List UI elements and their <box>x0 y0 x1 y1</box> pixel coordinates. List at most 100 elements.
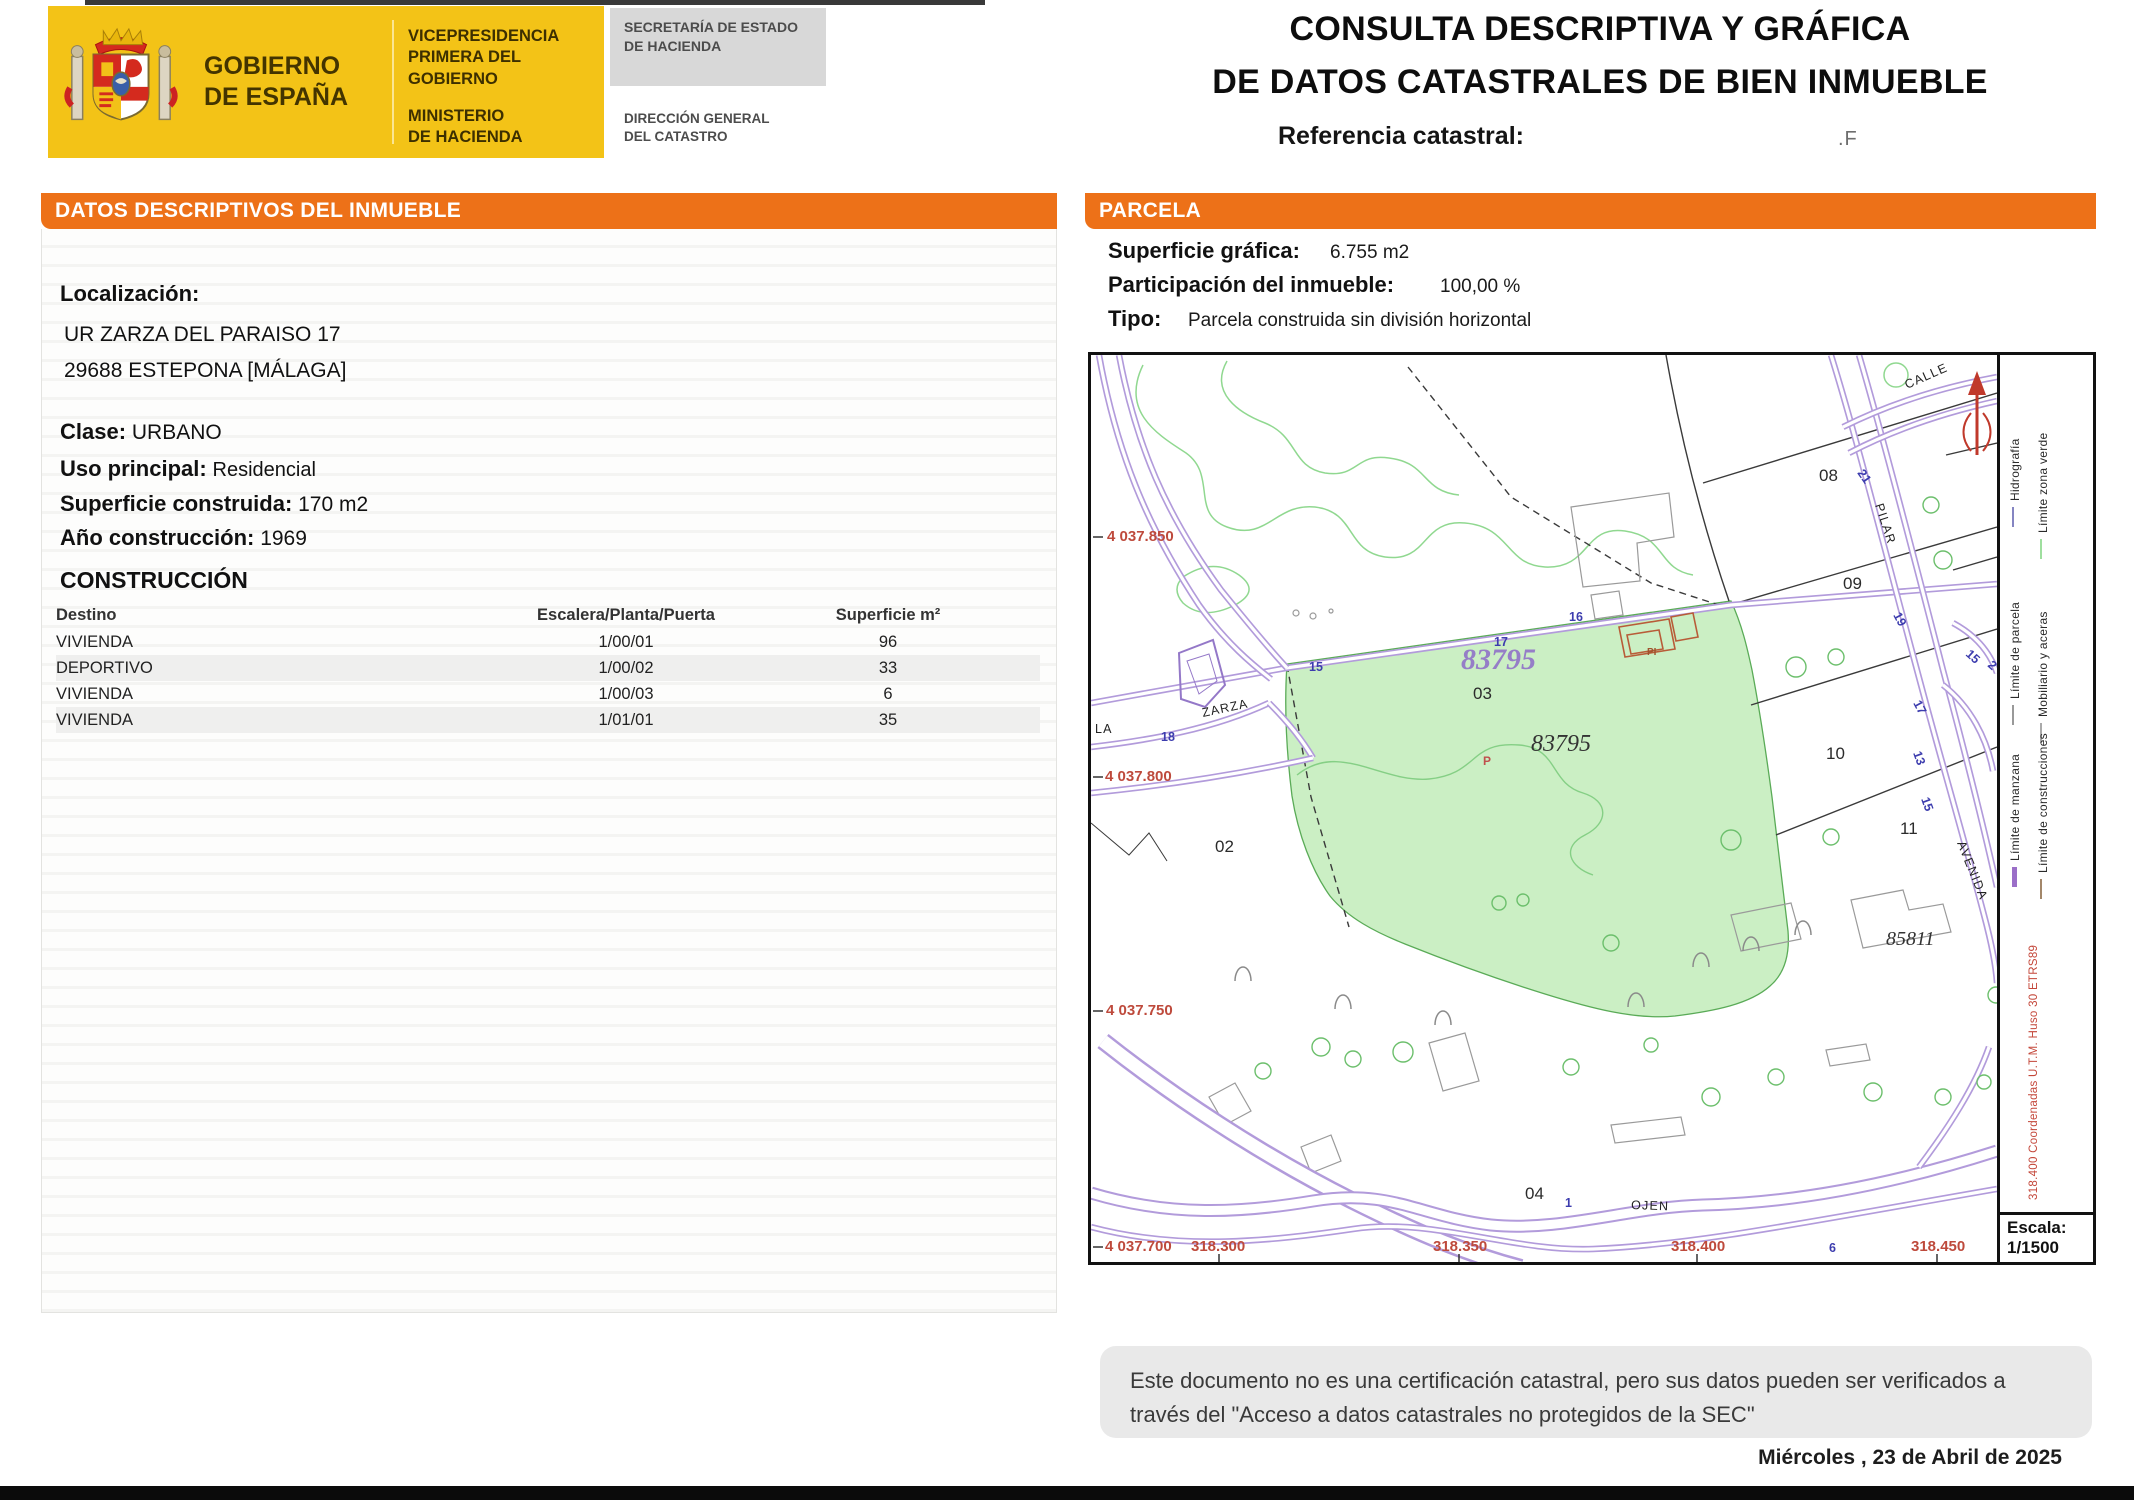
gobierno-logo-block: GOBIERNO DE ESPAÑA VICEPRESIDENCIA PRIME… <box>48 6 604 158</box>
table-cell: Escalera/Planta/Puerta <box>476 606 776 625</box>
map-label: 18 <box>1161 730 1175 744</box>
spain-coat-of-arms-icon <box>62 18 180 146</box>
table-cell: 6 <box>776 685 1040 704</box>
document-date: Miércoles , 23 de Abril de 2025 <box>1438 1446 2062 1470</box>
map-label: 318.350 <box>1433 1238 1487 1255</box>
direccion-general-label: DIRECCIÓN GENERAL DEL CATASTRO <box>624 110 834 146</box>
clase-label: Clase: <box>60 419 126 444</box>
superficie-grafica-label: Superficie gráfica: <box>1108 238 1300 264</box>
map-label: 17 <box>1494 635 1508 649</box>
participacion-value: 100,00 % <box>1440 276 1520 298</box>
localizacion-line1: UR ZARZA DEL PARAISO 17 <box>64 323 341 347</box>
table-cell: VIVIENDA <box>56 711 476 730</box>
scan-edge-bottom <box>0 1486 2134 1500</box>
map-label: 85811 <box>1886 928 1935 950</box>
escala-label: Escala: <box>2007 1218 2086 1238</box>
disclaimer-box: Este documento no es una certificación c… <box>1100 1346 2092 1438</box>
table-cell: 1/01/01 <box>476 711 776 730</box>
tipo-value: Parcela construida sin división horizont… <box>1188 310 1531 332</box>
map-label: 318.300 <box>1191 1238 1245 1255</box>
table-cell: 1/00/02 <box>476 659 776 678</box>
clase-field: Clase: URBANO <box>60 419 222 445</box>
map-label: 4 037.850 <box>1107 528 1174 545</box>
escala-box: Escala: 1/1500 <box>2000 1212 2093 1262</box>
gobierno-wordmark: GOBIERNO DE ESPAÑA <box>204 51 354 114</box>
legend-entry: Límite de construcciones <box>2036 711 2050 873</box>
map-label: 318.400 <box>1671 1238 1725 1255</box>
utm-coordinates-note: 318.400 Coordenadas U.T.M. Huso 30 ETRS8… <box>2028 900 2040 1200</box>
map-label: 03 <box>1473 684 1492 703</box>
tipo-label: Tipo: <box>1108 306 1161 332</box>
datos-panel-header: DATOS DESCRIPTIVOS DEL INMUEBLE <box>41 193 1057 229</box>
localizacion-line2: 29688 ESTEPONA [MÁLAGA] <box>64 359 346 383</box>
map-label: 16 <box>1569 610 1583 624</box>
datos-panel-body: Localización: UR ZARZA DEL PARAISO 17 29… <box>41 229 1057 1313</box>
legend-entry: Límite de parcela <box>2008 553 2022 699</box>
table-header-row: DestinoEscalera/Planta/PuertaSuperficie … <box>56 601 1040 629</box>
cadastral-document-page: GOBIERNO DE ESPAÑA VICEPRESIDENCIA PRIME… <box>0 0 2134 1500</box>
table-cell: Superficie m² <box>776 606 1040 625</box>
map-label: 02 <box>1215 837 1234 856</box>
legend-entry: Límite zona verde <box>2036 371 2050 533</box>
map-label: OJEN <box>1631 1198 1670 1213</box>
cadastral-map-panel: 4 037.8504 037.8004 037.7504 037.700318.… <box>1088 352 2096 1265</box>
referencia-catastral-label: Referencia catastral: <box>1278 122 1524 151</box>
legend-line-sample <box>2012 507 2014 527</box>
superficie-construida-value: 170 m2 <box>298 493 368 516</box>
map-label: 11 <box>1900 819 1918 838</box>
parcela-panel-header: PARCELA <box>1085 193 2096 229</box>
map-label: 15 <box>1309 660 1323 674</box>
uso-label: Uso principal: <box>60 456 207 481</box>
table-row: VIVIENDA1/00/0196 <box>56 629 1040 655</box>
map-label: 6 <box>1829 1241 1836 1255</box>
map-label: 04 <box>1525 1184 1544 1203</box>
table-row: VIVIENDA1/00/036 <box>56 681 1040 707</box>
construccion-table: DestinoEscalera/Planta/PuertaSuperficie … <box>56 601 1040 733</box>
superficie-grafica-value: 6.755 m2 <box>1330 242 1409 264</box>
table-cell: Destino <box>56 606 476 625</box>
secretaria-box: SECRETARÍA DE ESTADO DE HACIENDA <box>610 8 826 86</box>
legend-entry: Hidrografía <box>2008 383 2022 501</box>
map-label: 318.450 <box>1911 1238 1965 1255</box>
anio-construccion-label: Año construcción: <box>60 525 254 550</box>
logo-divider <box>392 20 394 144</box>
cadastral-map: 4 037.8504 037.8004 037.7504 037.700318.… <box>1091 355 1997 1262</box>
uso-field: Uso principal: Residencial <box>60 456 316 482</box>
referencia-catastral-value: .F <box>1838 128 1858 151</box>
datos-descriptivos-panel: DATOS DESCRIPTIVOS DEL INMUEBLE Localiza… <box>41 193 1057 1313</box>
legend-entry: Límite de manzana <box>2008 727 2022 861</box>
uso-value: Residencial <box>213 459 316 481</box>
escala-value: 1/1500 <box>2007 1238 2086 1258</box>
map-label: 83795 <box>1531 731 1591 757</box>
anio-construccion-value: 1969 <box>260 527 307 550</box>
table-cell: VIVIENDA <box>56 633 476 652</box>
legend-entry: Mobiliario y aceras <box>2036 551 2050 717</box>
title-line-1: CONSULTA DESCRIPTIVA Y GRÁFICA <box>1160 10 2040 49</box>
legend-line-sample <box>2012 867 2017 887</box>
legend-line-sample <box>2040 879 2042 899</box>
construccion-title: CONSTRUCCIÓN <box>60 567 248 594</box>
table-cell: DEPORTIVO <box>56 659 476 678</box>
map-label: 09 <box>1843 574 1862 593</box>
scan-edge-top <box>85 0 985 5</box>
table-cell: 1/00/03 <box>476 685 776 704</box>
map-label: LA <box>1095 722 1113 736</box>
map-legend: Hidrografía Límite zona verde Límite de pa… <box>1997 355 2093 1262</box>
map-label: 4 037.800 <box>1105 768 1172 785</box>
table-cell: 1/00/01 <box>476 633 776 652</box>
map-label: P <box>1483 754 1491 768</box>
ministry-names: VICEPRESIDENCIA PRIMERA DEL GOBIERNO MIN… <box>408 6 598 158</box>
title-line-2: DE DATOS CATASTRALES DE BIEN INMUEBLE <box>1160 63 2040 102</box>
map-label: 4 037.700 <box>1105 1238 1172 1255</box>
participacion-label: Participación del inmueble: <box>1108 272 1394 298</box>
table-cell: 35 <box>776 711 1040 730</box>
map-label: 08 <box>1819 466 1838 485</box>
anio-construccion-field: Año construcción: 1969 <box>60 525 307 551</box>
table-row: DEPORTIVO1/00/0233 <box>56 655 1040 681</box>
ministerio-label: MINISTERIO DE HACIENDA <box>408 106 523 149</box>
superficie-construida-field: Superficie construida: 170 m2 <box>60 491 368 517</box>
table-cell: VIVIENDA <box>56 685 476 704</box>
clase-value: URBANO <box>132 421 222 444</box>
document-title: CONSULTA DESCRIPTIVA Y GRÁFICA DE DATOS … <box>1160 10 2040 102</box>
superficie-construida-label: Superficie construida: <box>60 491 292 516</box>
